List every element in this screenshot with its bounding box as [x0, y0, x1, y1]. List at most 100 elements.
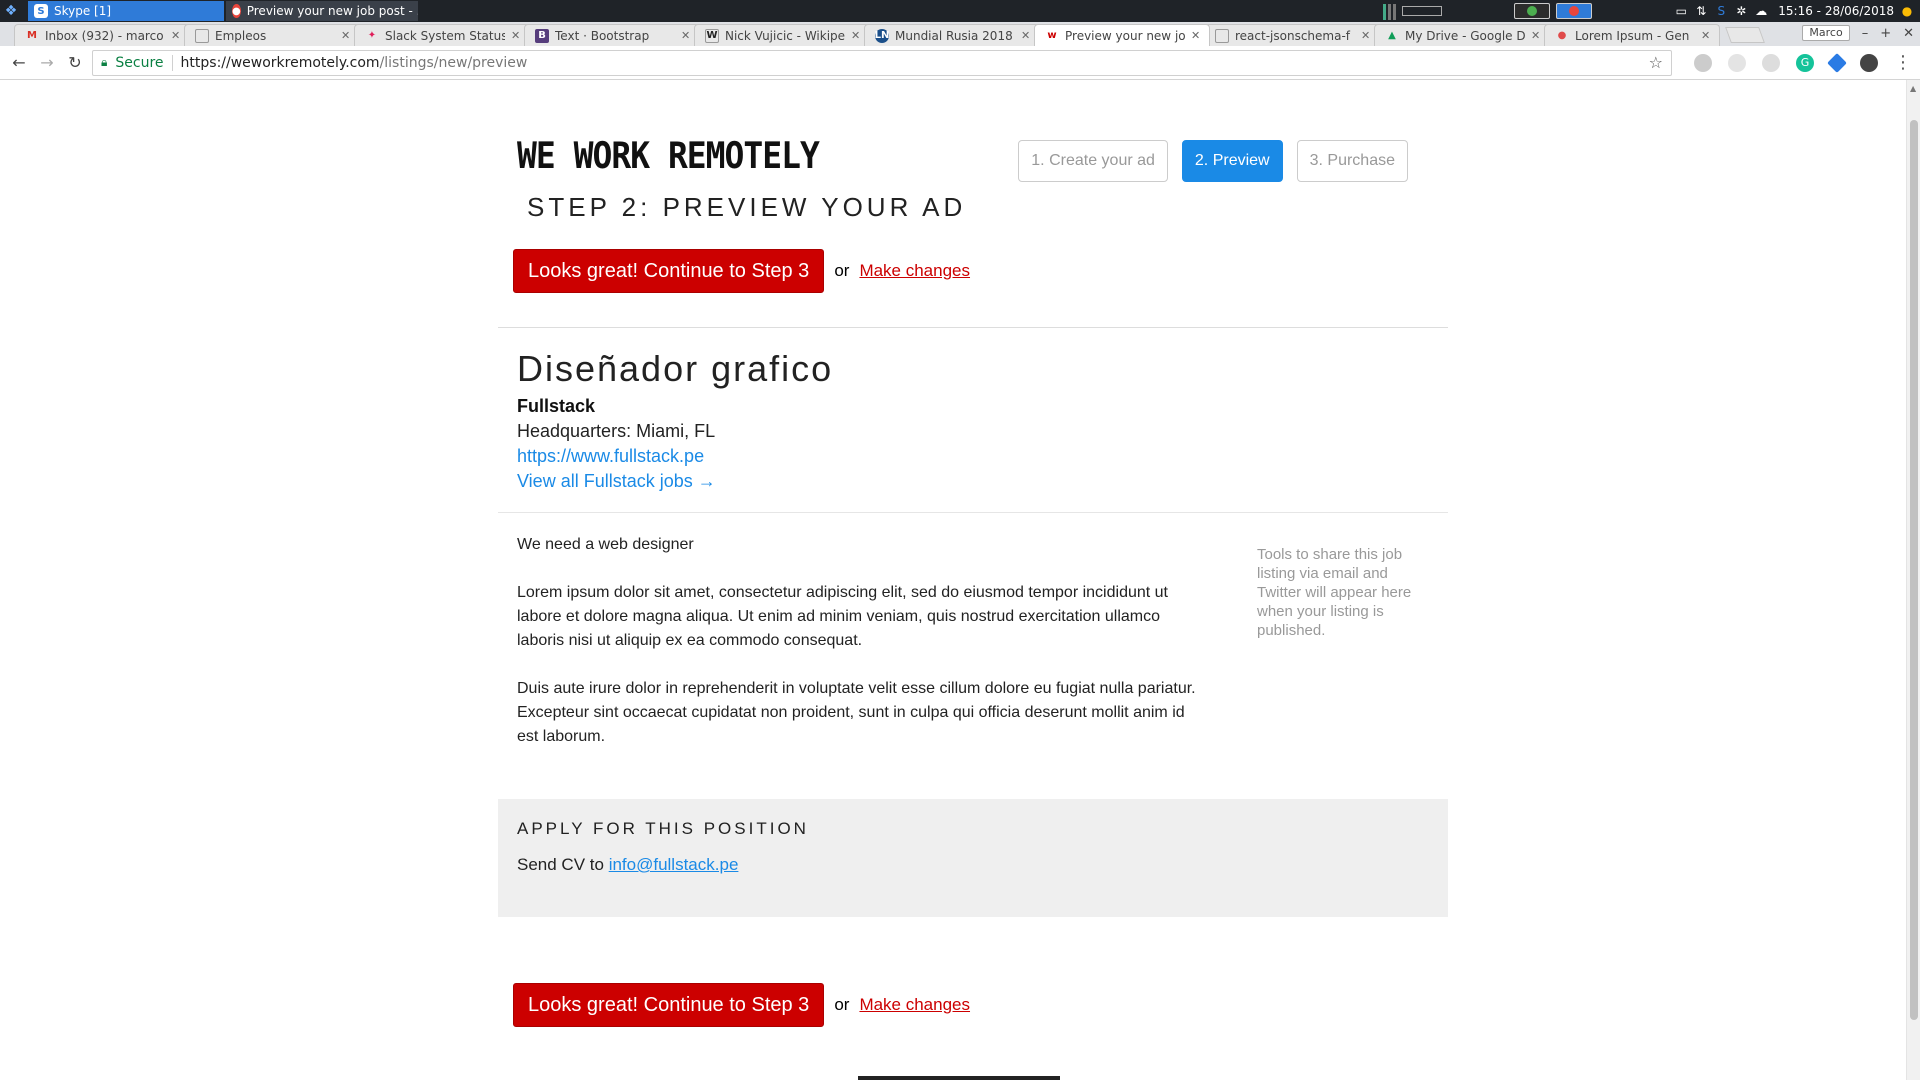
- site-logo[interactable]: WE WORK REMOTELY: [517, 134, 820, 177]
- tab-slack-status[interactable]: ✦ Slack System Status ✕: [354, 24, 530, 46]
- secure-label: Secure: [115, 54, 164, 71]
- os-taskbar: ❖ S Skype [1] ● Preview your new job pos…: [0, 0, 1920, 22]
- maximize-icon[interactable]: +: [1880, 26, 1891, 41]
- continue-button-bottom[interactable]: Looks great! Continue to Step 3: [513, 983, 825, 1027]
- tab-preview[interactable]: w Preview your new jo ✕: [1034, 24, 1210, 46]
- hq-label: Headquarters:: [517, 421, 632, 441]
- hq-value: Miami, FL: [636, 421, 716, 441]
- url-text[interactable]: https://weworkremotely.com/listings/new/…: [181, 55, 528, 71]
- description-paragraph: Lorem ipsum dolor sit amet, consectetur …: [517, 584, 1168, 649]
- tray-app-2[interactable]: [1556, 3, 1593, 19]
- tab-label: Inbox (932) - marco: [45, 28, 164, 43]
- extension-5-icon[interactable]: [1860, 53, 1878, 72]
- network-icon[interactable]: ⇅: [1694, 4, 1708, 18]
- extension-4-icon[interactable]: [1827, 52, 1847, 73]
- tab-lorem-ipsum[interactable]: ● Lorem Ipsum - Gen ✕: [1544, 24, 1720, 46]
- window-icon[interactable]: ▭: [1674, 4, 1688, 18]
- clock[interactable]: 15:16 - 28/06/2018: [1778, 4, 1894, 18]
- ln-icon: LN: [874, 28, 890, 43]
- slack-icon: ✦: [367, 30, 377, 41]
- make-changes-link-bottom[interactable]: Make changes: [859, 995, 970, 1015]
- new-tab-button[interactable]: [1725, 27, 1765, 43]
- view-all-jobs-link[interactable]: View all Fullstack jobs →: [517, 471, 1448, 492]
- site-header: WE WORK REMOTELY 1. Create your ad 2. Pr…: [498, 80, 1448, 200]
- close-icon[interactable]: ✕: [1191, 29, 1203, 42]
- wwr-icon: w: [1047, 30, 1057, 41]
- close-icon[interactable]: ✕: [681, 29, 693, 42]
- chrome-menu-icon[interactable]: ⋮: [1894, 52, 1912, 73]
- close-icon[interactable]: ✕: [341, 29, 353, 42]
- tab-wikipedia[interactable]: W Nick Vujicic - Wikipe ✕: [694, 24, 870, 46]
- omnibox-divider: [171, 54, 173, 71]
- minimize-icon[interactable]: –: [1862, 26, 1869, 41]
- browser-toolbar: ← → ↻ 🔒︎ Secure https://weworkremotely.c…: [0, 46, 1920, 80]
- description-paragraph: Duis aute irure dolor in reprehenderit i…: [517, 680, 1196, 745]
- close-icon[interactable]: ✕: [1531, 29, 1543, 42]
- extension-2-icon[interactable]: [1728, 53, 1746, 72]
- drive-icon: ▲: [1388, 30, 1396, 41]
- apply-heading: APPLY FOR THIS POSITION: [517, 819, 809, 838]
- close-icon[interactable]: ✕: [511, 29, 523, 42]
- tab-bootstrap[interactable]: B Text · Bootstrap ✕: [524, 24, 700, 46]
- chrome-tray-icon[interactable]: ●: [1900, 4, 1914, 18]
- document-icon: [195, 28, 209, 43]
- job-description: We need a web designer Lorem ipsum dolor…: [517, 533, 1197, 773]
- document-icon: [1215, 28, 1229, 43]
- skype-tray-icon[interactable]: S: [1714, 4, 1728, 18]
- os-menu-icon[interactable]: ❖: [0, 0, 22, 22]
- taskbar-chrome-label: Preview your new job post - ...: [246, 4, 418, 18]
- apply-section: APPLY FOR THIS POSITION Send CV to info@…: [498, 799, 1448, 917]
- lock-icon[interactable]: 🔒︎: [101, 55, 107, 70]
- or-text: or: [834, 261, 850, 280]
- step-preview[interactable]: 2. Preview: [1181, 140, 1283, 182]
- apply-email-link[interactable]: info@fullstack.pe: [609, 855, 739, 874]
- chrome-icon: ●: [232, 4, 241, 18]
- tab-mundial[interactable]: LN Mundial Rusia 2018 ✕: [864, 24, 1040, 46]
- tab-label: Nick Vujicic - Wikipe: [725, 28, 845, 43]
- scroll-up-icon[interactable]: ▲: [1910, 84, 1916, 93]
- close-window-icon[interactable]: ✕: [1903, 26, 1914, 41]
- gmail-icon: M: [27, 30, 37, 41]
- extension-3-icon[interactable]: [1762, 53, 1780, 72]
- step-purchase[interactable]: 3. Purchase: [1296, 140, 1408, 182]
- window-controls: Marco – + ✕: [1802, 25, 1914, 41]
- profile-button[interactable]: Marco: [1802, 25, 1850, 41]
- tab-inbox[interactable]: M Inbox (932) - marco ✕: [14, 24, 190, 46]
- page-scrollbar[interactable]: ▲: [1906, 80, 1920, 1080]
- step-indicator: 1. Create your ad 2. Preview 3. Purchase: [1018, 140, 1408, 182]
- close-icon[interactable]: ✕: [1701, 29, 1713, 42]
- close-icon[interactable]: ✕: [851, 29, 863, 42]
- headquarters: Headquarters: Miami, FL: [517, 421, 1448, 442]
- description-paragraph: We need a web designer: [517, 536, 694, 553]
- taskbar-skype[interactable]: S Skype [1]: [28, 1, 224, 21]
- page-container: WE WORK REMOTELY 1. Create your ad 2. Pr…: [498, 80, 1448, 1027]
- tab-react-jsonschema[interactable]: react-jsonschema-f ✕: [1204, 24, 1380, 46]
- make-changes-link[interactable]: Make changes: [859, 261, 970, 281]
- tab-empleos[interactable]: Empleos ✕: [184, 24, 360, 46]
- back-arrow-icon[interactable]: ←: [8, 52, 30, 74]
- weather-icon[interactable]: ☁: [1754, 4, 1768, 18]
- tab-google-drive[interactable]: ▲ My Drive - Google D ✕: [1374, 24, 1550, 46]
- forward-arrow-icon[interactable]: →: [36, 52, 58, 74]
- share-tools-note: Tools to share this job listing via emai…: [1257, 546, 1412, 639]
- bookmark-star-icon[interactable]: ☆: [1649, 53, 1663, 72]
- tray-app-1[interactable]: [1514, 3, 1551, 19]
- continue-button[interactable]: Looks great! Continue to Step 3: [513, 249, 825, 293]
- close-icon[interactable]: ✕: [1361, 29, 1373, 42]
- reload-icon[interactable]: ↻: [64, 52, 86, 74]
- settings-icon[interactable]: ✲: [1734, 4, 1748, 18]
- extension-1-icon[interactable]: [1694, 53, 1712, 72]
- close-icon[interactable]: ✕: [171, 29, 183, 42]
- step-create-ad[interactable]: 1. Create your ad: [1018, 140, 1168, 182]
- address-bar[interactable]: 🔒︎ Secure https://weworkremotely.com/lis…: [92, 49, 1672, 76]
- system-tray: ▭ ⇅ S ✲ ☁ 15:16 - 28/06/2018 ●: [1383, 0, 1920, 22]
- lorem-icon: ●: [1557, 30, 1567, 41]
- tab-label: Slack System Status: [385, 28, 505, 43]
- grammarly-icon[interactable]: G: [1796, 53, 1814, 72]
- company-website-link[interactable]: https://www.fullstack.pe: [517, 446, 1448, 467]
- tab-label: Empleos: [215, 28, 267, 43]
- scrollbar-thumb[interactable]: [1910, 120, 1918, 1020]
- close-icon[interactable]: ✕: [1021, 29, 1033, 42]
- taskbar-chrome[interactable]: ● Preview your new job post - ...: [226, 1, 418, 21]
- send-cv-text: Send CV to: [517, 855, 604, 874]
